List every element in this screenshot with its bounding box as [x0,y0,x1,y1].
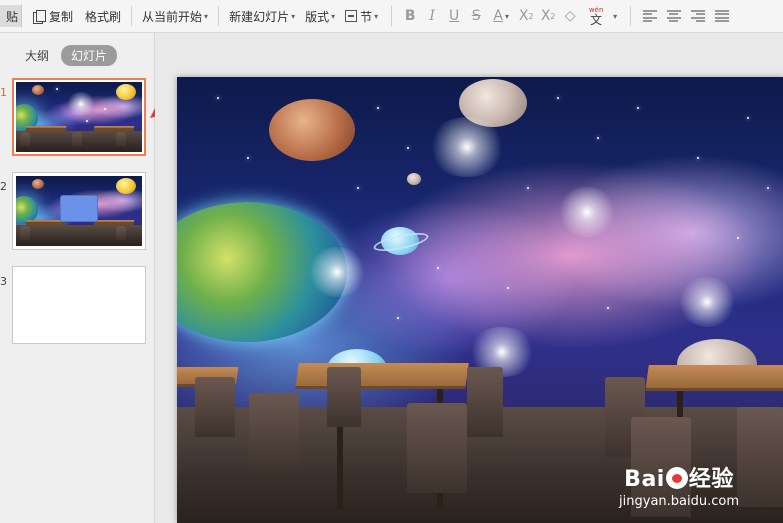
toolbar-divider [391,6,393,26]
format-painter-label: 格式刷 [85,9,122,24]
toolbar-divider [630,6,632,26]
layout-button[interactable]: 版式 ▾ [302,5,338,27]
chair [737,407,783,507]
align-center-icon[interactable] [667,10,682,22]
watermark-logo-left: Bai [624,467,665,492]
baidu-watermark: Bai 经验 jingyan.baidu.com [619,461,739,509]
slide-number: 1 [0,86,7,99]
slide-thumbnail-panel: 大纲 幻灯片 1 2 3 [0,33,155,523]
bold-button[interactable]: B [399,5,421,27]
chevron-down-icon: ▾ [291,11,296,21]
chevron-down-icon: ▾ [204,11,209,21]
table [645,365,783,391]
chair [249,393,299,473]
chevron-down-icon: ▾ [331,11,336,21]
shape-placeholder [60,195,98,222]
clear-format-button[interactable]: ◇ [559,5,581,27]
watermark-logo: Bai 经验 [619,461,739,493]
play-from-current-label: 从当前开始 [142,9,203,24]
subscript-button[interactable]: X2 [537,5,559,27]
new-slide-button[interactable]: 新建幻灯片 ▾ [226,5,298,27]
table [295,363,469,389]
planet-tiny [407,173,421,185]
superscript-mark: 2 [528,11,534,21]
italic-button[interactable]: I [421,5,443,27]
section-button[interactable]: 节 ▾ [342,5,381,27]
chair [195,377,235,437]
align-justify-icon[interactable] [715,10,730,22]
superscript-icon: X [518,8,529,24]
format-painter-button[interactable]: 格式刷 [82,5,124,27]
underline-button[interactable]: U [443,5,465,27]
ribbon-toolbar: 贴 复制 格式刷 从当前开始 ▾ 新建幻灯片 ▾ 版式 ▾ 节 ▾ B I U … [0,0,783,33]
subscript-mark: 2 [550,11,556,21]
paste-button[interactable]: 贴 [0,5,22,27]
copy-icon [33,9,46,24]
baidu-paw-icon [665,467,688,489]
toolbar-divider [131,6,133,26]
slide-editing-area: Bai 经验 jingyan.baidu.com [155,33,783,523]
watermark-logo-right: 经验 [688,467,734,492]
copy-button[interactable]: 复制 [30,5,76,27]
panel-tabs: 大纲 幻灯片 [25,45,118,66]
chair [467,367,503,437]
section-icon [345,10,358,22]
slide-number: 3 [0,275,7,288]
toolbar-divider [218,6,220,26]
align-right-icon[interactable] [691,10,706,22]
strikethrough-button[interactable]: S [465,5,487,27]
tab-outline[interactable]: 大纲 [25,47,49,64]
chair [407,403,467,493]
chevron-down-icon: ▾ [504,11,509,21]
new-slide-label: 新建幻灯片 [229,9,290,24]
chevron-down-icon: ▾ [374,11,379,21]
eraser-icon: ◇ [564,8,576,24]
play-from-current-button[interactable]: 从当前开始 ▾ [139,5,211,27]
chevron-down-icon[interactable]: ▾ [613,12,617,21]
slide-thumbnail-3[interactable] [12,266,146,344]
slide-number: 2 [0,180,7,193]
phonetic-icon: 文 [590,12,603,27]
copy-label: 复制 [49,9,74,24]
superscript-button[interactable]: X2 [515,5,537,27]
slide-thumbnail-2[interactable] [12,172,146,250]
font-color-button[interactable]: A ▾ [487,5,515,27]
paste-label: 贴 [5,9,18,24]
watermark-url: jingyan.baidu.com [619,494,739,509]
slide-thumbnail-1[interactable] [12,78,146,156]
slide-thumbnail-image [16,176,142,246]
align-left-icon[interactable] [643,10,658,22]
chair [327,367,361,427]
section-label: 节 [360,9,373,24]
current-slide[interactable]: Bai 经验 jingyan.baidu.com [177,77,783,523]
phonetic-guide-button[interactable]: wén 文 [581,5,611,27]
planet-mars [269,99,355,161]
slide-thumbnail-image [16,82,142,152]
layout-label: 版式 [305,9,330,24]
tab-slides[interactable]: 幻灯片 [61,45,118,66]
font-color-icon: A [493,8,503,24]
subscript-icon: X [540,8,551,24]
